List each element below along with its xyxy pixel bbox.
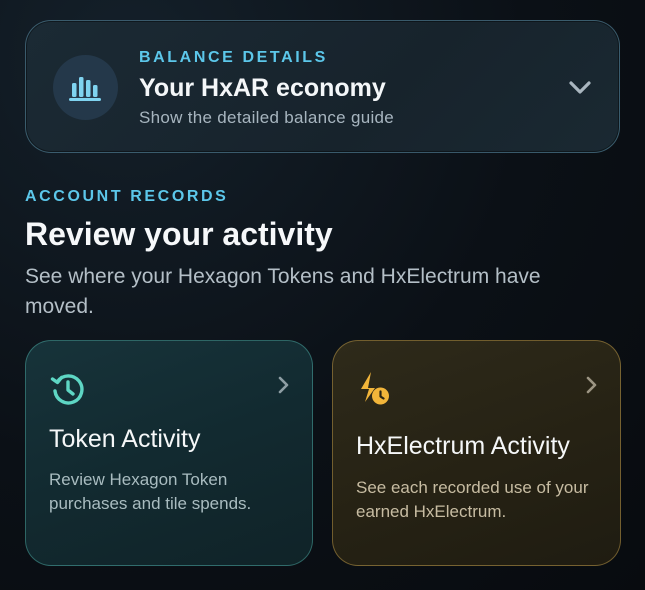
token-activity-description: Review Hexagon Token purchases and tile … (49, 470, 252, 513)
token-activity-title: Token Activity (49, 425, 201, 453)
history-icon (50, 374, 84, 405)
section-eyebrow: ACCOUNT RECORDS (25, 188, 229, 205)
section-title: Review your activity (25, 216, 333, 252)
hxelectrum-activity-title: HxElectrum Activity (356, 432, 570, 460)
chevron-right-icon (278, 376, 289, 394)
balance-details-card[interactable]: BALANCE DETAILS Your HxAR economy Show t… (25, 20, 620, 153)
hxelectrum-activity-card[interactable]: HxElectrum Activity See each recorded us… (332, 340, 621, 566)
balance-subtitle: Show the detailed balance guide (139, 108, 395, 127)
token-activity-card[interactable]: Token Activity Review Hexagon Token purc… (25, 340, 313, 566)
bolt-clock-icon (361, 372, 389, 405)
chevron-right-icon (586, 376, 597, 394)
chevron-down-icon[interactable] (567, 76, 593, 98)
hxelectrum-activity-description: See each recorded use of your earned HxE… (356, 478, 589, 521)
section-description: See where your Hexagon Tokens and HxElec… (25, 265, 541, 318)
bar-chart-icon (68, 76, 101, 101)
activity-page: BALANCE DETAILS Your HxAR economy Show t… (0, 0, 645, 590)
balance-eyebrow: BALANCE DETAILS (139, 49, 328, 66)
balance-title: Your HxAR economy (139, 74, 386, 102)
balance-icon-badge (53, 55, 118, 120)
